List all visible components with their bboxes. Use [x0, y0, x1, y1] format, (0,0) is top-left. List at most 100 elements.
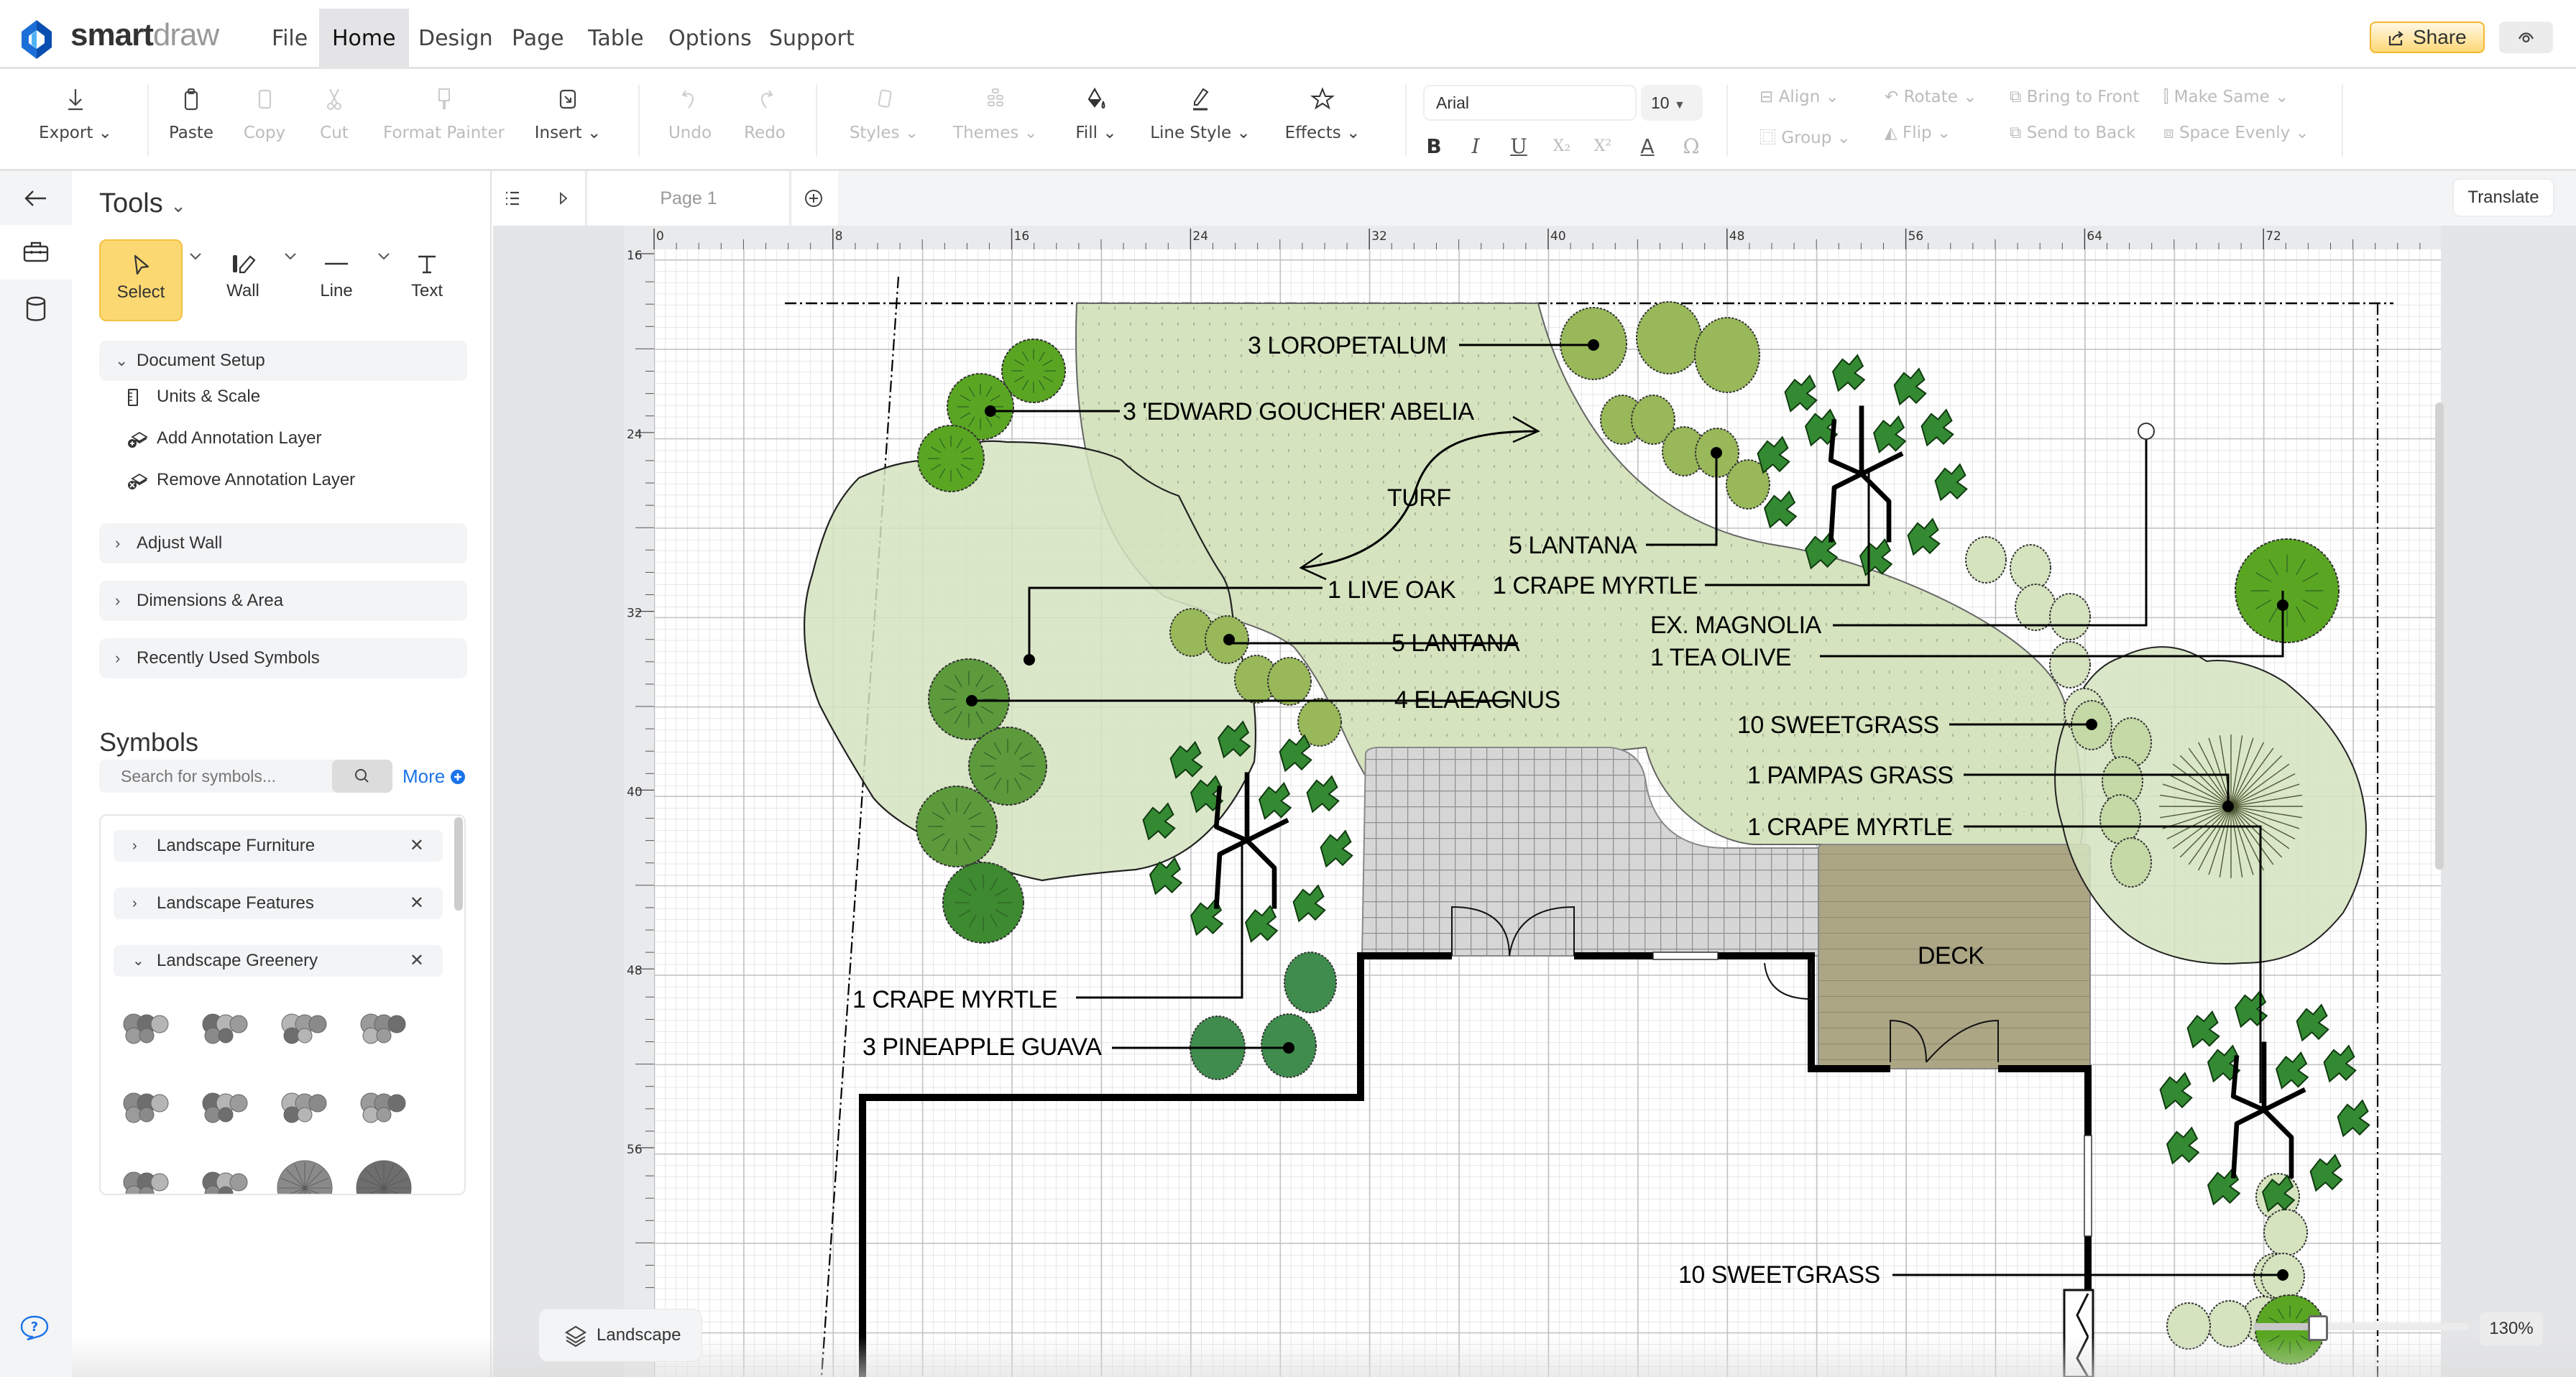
greenery-symbol-thumbnail[interactable]: [202, 1092, 248, 1123]
layer-selector[interactable]: Landscape: [539, 1309, 702, 1361]
send-to-back-button[interactable]: ⧉ Send to Back: [2010, 124, 2135, 142]
align-button[interactable]: ⊟ Align ⌄: [1760, 88, 1839, 106]
menu-tab-home[interactable]: Home: [319, 9, 409, 69]
font-size-select[interactable]: 10 ▼: [1641, 85, 1703, 121]
themes-button[interactable]: Themes ⌄: [949, 85, 1042, 142]
greenery-symbol-thumbnail[interactable]: [202, 1171, 248, 1195]
group-button[interactable]: ⿴ Group ⌄: [1760, 124, 1851, 148]
undo-button[interactable]: Undo: [661, 85, 719, 142]
back-arrow-icon[interactable]: [16, 178, 56, 218]
symbol-search-button[interactable]: [332, 760, 392, 793]
label-loropetalum[interactable]: 3 LOROPETALUM: [1248, 332, 1447, 359]
text-color-button[interactable]: A: [1633, 132, 1662, 161]
italic-button[interactable]: I: [1461, 132, 1490, 161]
label-magnolia[interactable]: EX. MAGNOLIA: [1650, 612, 1822, 639]
label-elaeagnus[interactable]: 4 ELAEAGNUS: [1394, 686, 1560, 714]
menu-tab-file[interactable]: File: [259, 9, 321, 69]
subscript-button[interactable]: X₂: [1547, 132, 1576, 161]
paste-button[interactable]: Paste: [162, 85, 220, 142]
label-live-oak[interactable]: 1 LIVE OAK: [1328, 576, 1457, 604]
bold-button[interactable]: B: [1420, 132, 1448, 161]
make-same-button[interactable]: ⫿ Make Same ⌄: [2163, 88, 2288, 106]
tool-text[interactable]: Text: [385, 239, 469, 321]
translate-button[interactable]: Translate: [2452, 178, 2554, 217]
toolbox-icon[interactable]: [16, 232, 56, 272]
underline-button[interactable]: U: [1504, 132, 1533, 161]
special-character-button[interactable]: Ω: [1677, 132, 1706, 161]
help-chat-icon[interactable]: ?: [20, 1315, 49, 1341]
library-landscape-features[interactable]: › Landscape Features ✕: [114, 888, 443, 919]
tool-wall[interactable]: Wall: [201, 239, 285, 321]
library-landscape-furniture[interactable]: › Landscape Furniture ✕: [114, 830, 443, 862]
copy-button[interactable]: Copy: [236, 85, 293, 142]
accordion-recently-used-symbols[interactable]: › Recently Used Symbols: [99, 638, 467, 678]
selection-handle[interactable]: [2138, 423, 2155, 440]
greenery-symbol-thumbnail[interactable]: [281, 1092, 327, 1123]
landscape-plan[interactable]: 0 8 16 24 32 40 48 56 64 72 16 24 32 40 48 56 DECK: [493, 226, 2576, 1377]
format-painter-button[interactable]: Format Painter: [381, 85, 507, 142]
insert-button[interactable]: Insert ⌄: [528, 85, 607, 142]
redo-button[interactable]: Redo: [736, 85, 794, 142]
symbol-search-input[interactable]: [99, 760, 336, 793]
font-family-select[interactable]: Arial: [1423, 85, 1637, 121]
menu-tab-page[interactable]: Page: [499, 9, 577, 69]
menu-tab-support[interactable]: Support: [756, 9, 868, 69]
menu-tab-table[interactable]: Table: [575, 9, 657, 69]
menu-tab-options[interactable]: Options: [656, 9, 765, 69]
database-icon[interactable]: [16, 290, 56, 330]
zoom-slider-thumb[interactable]: [2308, 1315, 2328, 1341]
accordion-dimensions-area[interactable]: › Dimensions & Area: [99, 581, 467, 621]
space-evenly-button[interactable]: ⧈ Space Evenly ⌄: [2163, 124, 2309, 142]
bring-to-front-button[interactable]: ⧉ Bring to Front: [2010, 88, 2139, 106]
label-sweetgrass-top[interactable]: 10 SWEETGRASS: [1737, 711, 1939, 739]
cut-button[interactable]: Cut: [309, 85, 359, 142]
tools-panel-title[interactable]: Tools ⌄: [99, 188, 186, 219]
greenery-symbol-thumbnail[interactable]: [123, 1013, 169, 1044]
library-landscape-greenery[interactable]: ⌄ Landscape Greenery ✕: [114, 945, 443, 977]
effects-button[interactable]: Effects ⌄: [1276, 85, 1369, 142]
label-sweetgrass-bottom[interactable]: 10 SWEETGRASS: [1678, 1261, 1880, 1289]
label-crape-myrtle-left[interactable]: 1 CRAPE MYRTLE: [852, 986, 1058, 1013]
label-pampas-grass[interactable]: 1 PAMPAS GRASS: [1747, 762, 1954, 789]
share-button[interactable]: Share: [2370, 22, 2485, 53]
symbol-list-scrollbar[interactable]: [454, 817, 463, 911]
export-button[interactable]: Export ⌄: [36, 85, 115, 142]
label-pineapple-guava[interactable]: 3 PINEAPPLE GUAVA: [862, 1033, 1103, 1061]
accordion-document-setup[interactable]: ⌄ Document Setup: [99, 341, 467, 381]
select-options-chevron-icon[interactable]: [188, 252, 203, 262]
styles-button[interactable]: Styles ⌄: [837, 85, 931, 142]
greenery-symbol-thumbnail[interactable]: [360, 1013, 406, 1044]
fill-button[interactable]: Fill ⌄: [1064, 85, 1128, 142]
accordion-adjust-wall[interactable]: › Adjust Wall: [99, 523, 467, 563]
menu-item-units-scale[interactable]: Units & Scale: [126, 382, 260, 411]
greenery-symbol-thumbnail[interactable]: [123, 1092, 169, 1123]
close-library-icon[interactable]: ✕: [410, 888, 424, 919]
line-style-button[interactable]: Line Style ⌄: [1146, 85, 1254, 142]
add-page-button[interactable]: [792, 171, 838, 226]
label-abelia[interactable]: 3 'EDWARD GOUCHER' ABELIA: [1123, 398, 1475, 425]
flip-button[interactable]: ◭ Flip ⌄: [1885, 124, 1951, 142]
zoom-slider[interactable]: [2253, 1323, 2469, 1330]
greenery-symbol-thumbnail[interactable]: [356, 1160, 412, 1195]
superscript-button[interactable]: X²: [1588, 132, 1617, 161]
greenery-symbol-thumbnail[interactable]: [281, 1013, 327, 1044]
more-symbols-link[interactable]: More: [402, 760, 466, 793]
canvas-vertical-scrollbar[interactable]: [2435, 402, 2444, 870]
greenery-symbol-thumbnail[interactable]: [277, 1160, 333, 1195]
close-library-icon[interactable]: ✕: [410, 945, 424, 977]
close-library-icon[interactable]: ✕: [410, 830, 424, 862]
tool-select[interactable]: Select: [99, 239, 183, 321]
label-lantana-mid[interactable]: 5 LANTANA: [1392, 630, 1520, 657]
menu-tab-design[interactable]: Design: [405, 9, 506, 69]
greenery-symbol-thumbnail[interactable]: [123, 1171, 169, 1195]
label-turf[interactable]: TURF: [1387, 484, 1451, 512]
rotate-button[interactable]: ↶ Rotate ⌄: [1885, 88, 1977, 106]
label-crape-myrtle-right[interactable]: 1 CRAPE MYRTLE: [1747, 814, 1953, 841]
label-crape-myrtle-top[interactable]: 1 CRAPE MYRTLE: [1493, 572, 1698, 599]
menu-item-remove-annotation-layer[interactable]: Remove Annotation Layer: [126, 466, 355, 494]
page-list-toggle[interactable]: [493, 171, 586, 226]
menu-item-add-annotation-layer[interactable]: Add Annotation Layer: [126, 424, 322, 453]
greenery-symbol-thumbnail[interactable]: [360, 1092, 406, 1123]
page-tab-1[interactable]: Page 1: [588, 171, 791, 226]
drawing-canvas[interactable]: 0 8 16 24 32 40 48 56 64 72 16 24 32 40 48 56 DECK: [493, 226, 2576, 1377]
